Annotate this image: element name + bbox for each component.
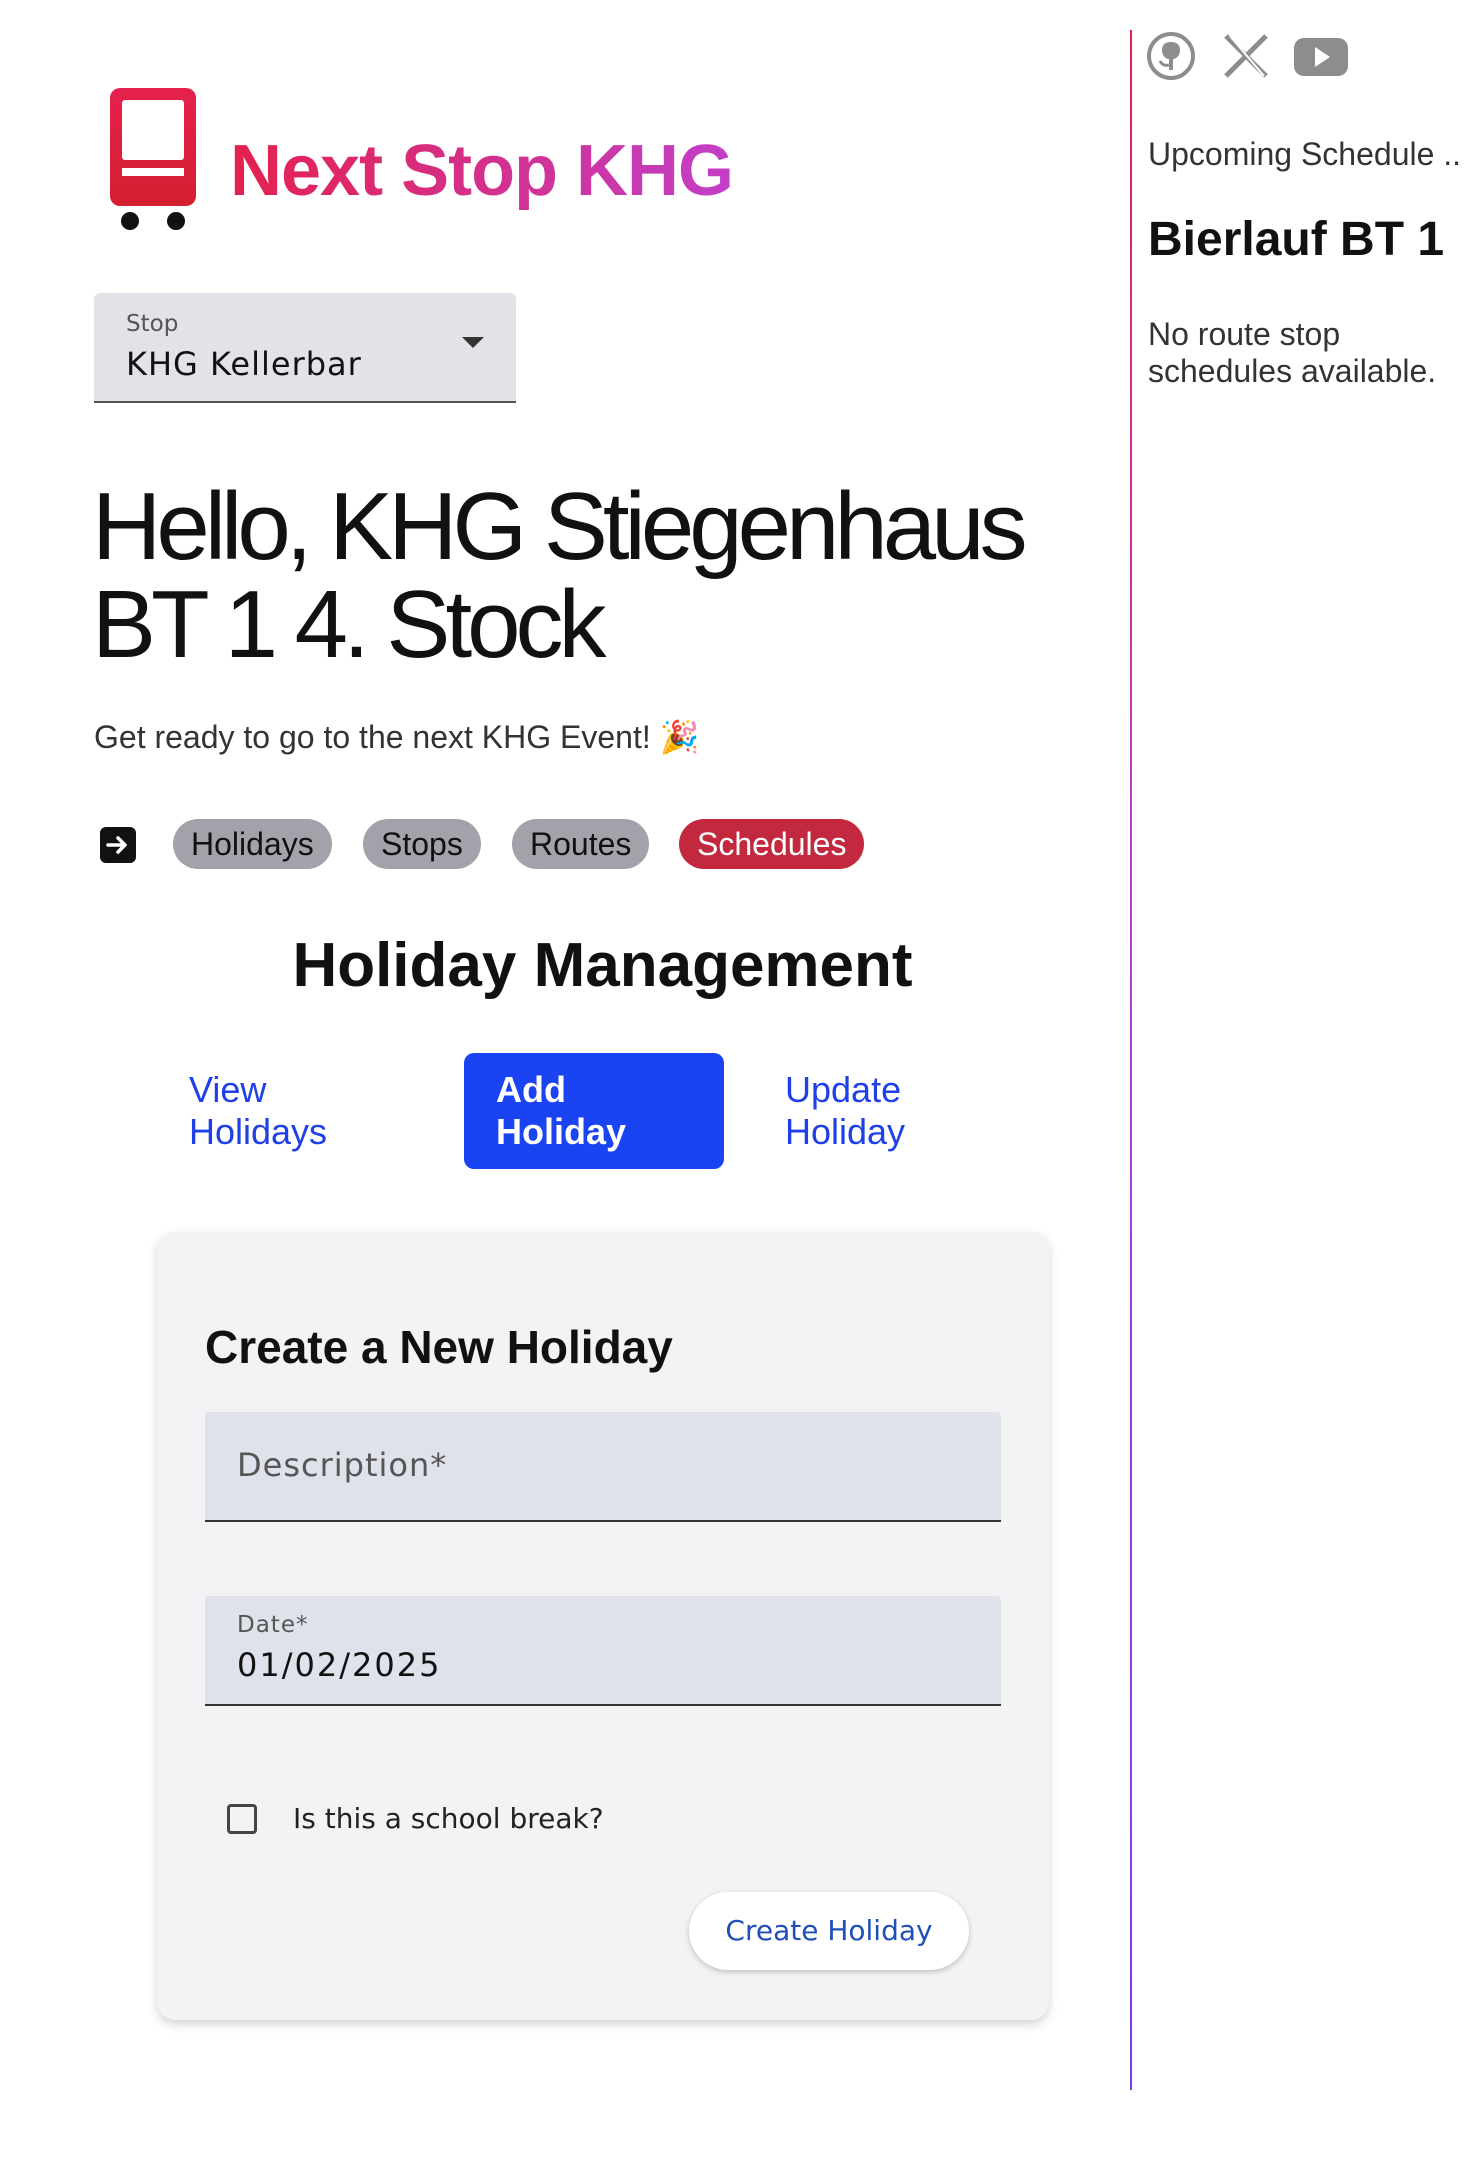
tab-update-holiday[interactable]: Update Holiday — [785, 1069, 905, 1153]
greeting-tagline: Get ready to go to the next KHG Event! 🎉 — [94, 719, 700, 755]
create-holiday-card: Create a New Holiday Description* Date* … — [157, 1232, 1049, 2020]
description-placeholder: Description* — [237, 1446, 448, 1484]
school-break-label: Is this a school break? — [293, 1802, 604, 1835]
create-holiday-button[interactable]: Create Holiday — [689, 1892, 969, 1970]
tab-add-holiday[interactable]: Add Holiday — [464, 1053, 724, 1169]
chevron-down-icon — [462, 337, 484, 348]
nav-pill-holidays[interactable]: Holidays — [173, 819, 332, 869]
date-field[interactable]: Date* 01/02/2025 — [205, 1596, 1001, 1706]
stop-select-label: Stop — [126, 311, 179, 337]
card-title: Create a New Holiday — [205, 1321, 673, 1373]
logout-icon[interactable] — [100, 827, 136, 863]
route-title: Bierlauf BT 1 — [1148, 213, 1445, 266]
nav-pill-schedules[interactable]: Schedules — [679, 819, 865, 869]
tab-view-holidays[interactable]: View Holidays — [189, 1069, 327, 1153]
section-title: Holiday Management — [292, 931, 913, 1000]
upcoming-schedule-label: Upcoming Schedule .. — [1148, 136, 1462, 172]
stop-select-value: KHG Kellerbar — [126, 345, 362, 383]
school-break-checkbox[interactable] — [227, 1804, 257, 1834]
greeting-title: Hello, KHG Stiegenhaus BT 1 4. Stock — [92, 473, 1028, 678]
sidebar-divider — [1130, 30, 1132, 2090]
description-field[interactable]: Description* — [205, 1412, 1001, 1522]
date-value: 01/02/2025 — [237, 1646, 442, 1684]
nav-pill-stops[interactable]: Stops — [363, 819, 481, 869]
date-label: Date* — [237, 1612, 309, 1638]
stop-select[interactable]: Stop KHG Kellerbar — [94, 293, 516, 403]
youtube-icon[interactable] — [1292, 30, 1350, 82]
app-title: Next Stop KHG — [230, 128, 734, 214]
x-icon[interactable] — [1220, 30, 1272, 82]
nav-pill-routes[interactable]: Routes — [512, 819, 650, 869]
github-icon[interactable] — [1145, 30, 1197, 82]
bus-icon — [110, 88, 196, 230]
empty-schedule-message: No route stop schedules available. — [1148, 316, 1437, 389]
